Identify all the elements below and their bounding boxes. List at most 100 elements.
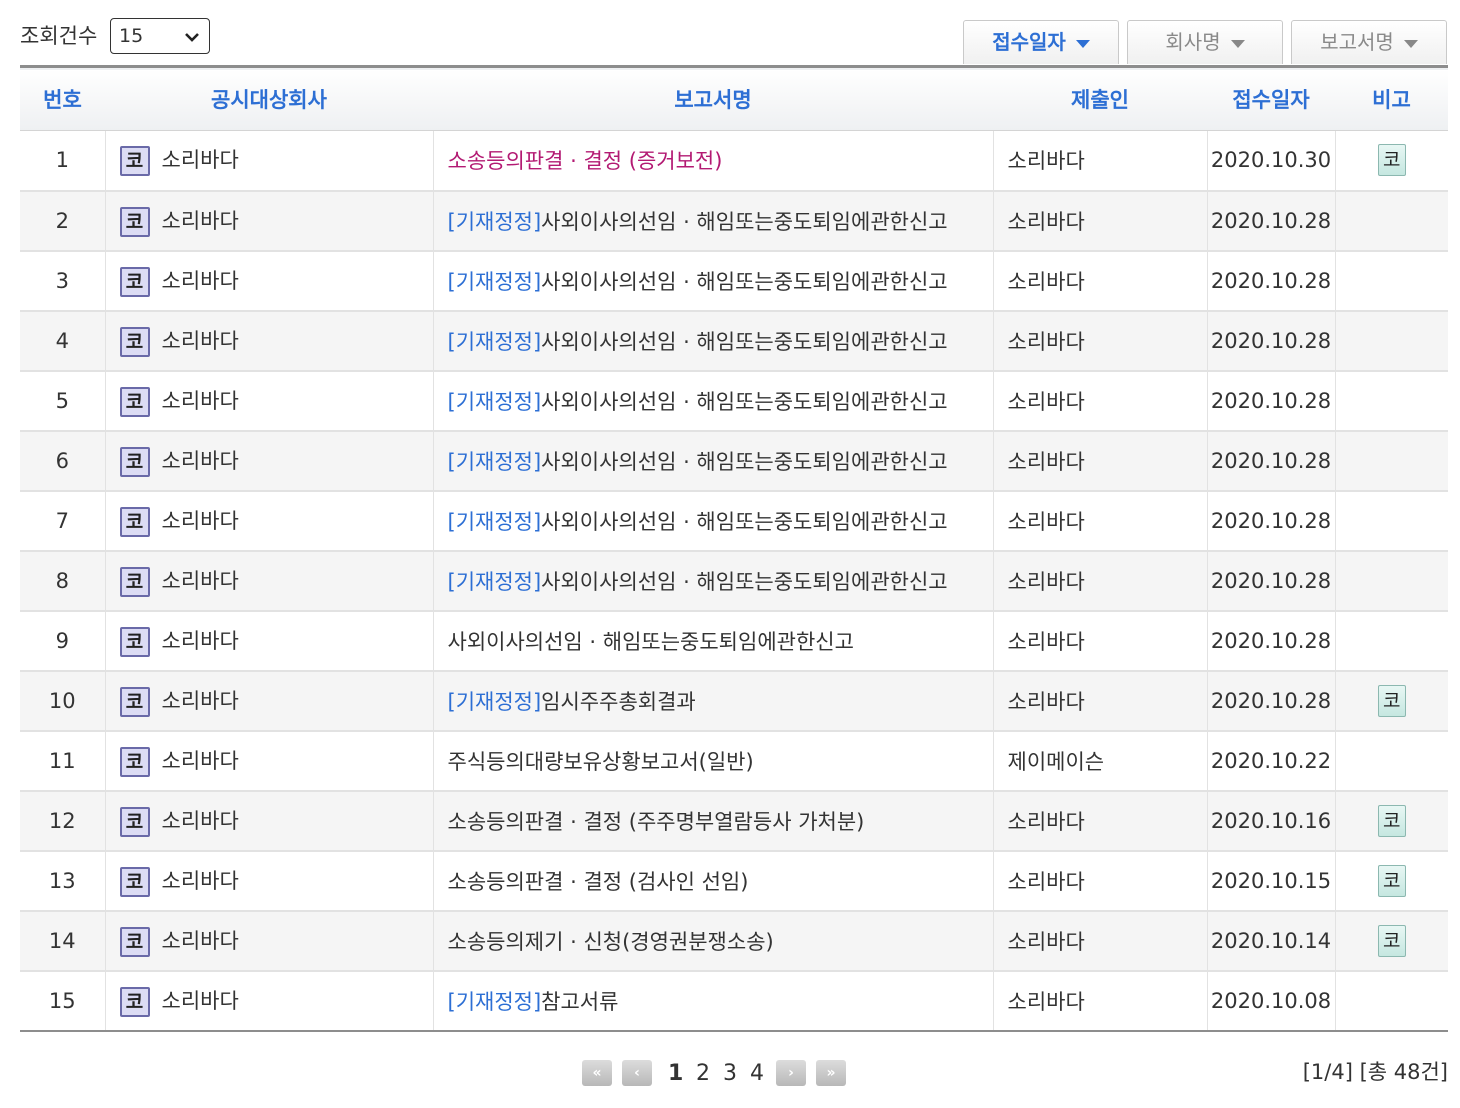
report-cell[interactable]: 소송등의판결 · 결정 (검사인 선임) bbox=[432, 850, 993, 911]
note-cell bbox=[1334, 430, 1448, 491]
note-cell bbox=[1334, 250, 1448, 311]
report-title-link[interactable]: 소송등의제기 · 신청(경영권분쟁소송) bbox=[448, 930, 774, 954]
report-title-link[interactable]: 사외이사의선임 · 해임또는중도퇴임에관한신고 bbox=[541, 450, 947, 474]
correction-tag: [기재정정] bbox=[447, 449, 542, 474]
company-cell[interactable]: 코 소리바다 bbox=[104, 250, 433, 311]
prev-page-button[interactable]: ‹ bbox=[622, 1060, 652, 1086]
report-title-link[interactable]: 소송등의판결 · 결정 (증거보전) bbox=[448, 149, 723, 173]
report-cell[interactable]: [기재정정]사외이사의선임 · 해임또는중도퇴임에관한신고 bbox=[432, 490, 993, 551]
company-name-link[interactable]: 소리바다 bbox=[162, 269, 239, 293]
company-cell[interactable]: 코 소리바다 bbox=[104, 550, 433, 611]
report-cell[interactable]: [기재정정]사외이사의선임 · 해임또는중도퇴임에관한신고 bbox=[432, 370, 993, 431]
company-name-link[interactable]: 소리바다 bbox=[162, 569, 239, 593]
report-cell[interactable]: [기재정정]사외이사의선임 · 해임또는중도퇴임에관한신고 bbox=[432, 190, 993, 251]
company-name-link[interactable]: 소리바다 bbox=[162, 989, 239, 1013]
report-cell[interactable]: [기재정정]사외이사의선임 · 해임또는중도퇴임에관한신고 bbox=[432, 250, 993, 311]
header-submitter[interactable]: 제출인 bbox=[993, 66, 1207, 131]
company-cell[interactable]: 코 소리바다 bbox=[104, 670, 433, 731]
header-date[interactable]: 접수일자 bbox=[1207, 66, 1335, 131]
kosdaq-note-icon[interactable]: 코 bbox=[1377, 804, 1406, 837]
company-name-link[interactable]: 소리바다 bbox=[162, 629, 239, 653]
header-company[interactable]: 공시대상회사 bbox=[105, 66, 433, 131]
note-cell bbox=[1334, 550, 1448, 611]
kosdaq-note-icon[interactable]: 코 bbox=[1377, 684, 1406, 717]
company-cell[interactable]: 코 소리바다 bbox=[104, 190, 433, 251]
first-page-button[interactable]: « bbox=[582, 1060, 612, 1086]
report-cell[interactable]: [기재정정]사외이사의선임 · 해임또는중도퇴임에관한신고 bbox=[432, 430, 993, 491]
next-page-button[interactable]: › bbox=[776, 1060, 806, 1086]
company-name-link[interactable]: 소리바다 bbox=[162, 749, 239, 773]
report-title-link[interactable]: 참고서류 bbox=[541, 990, 618, 1014]
header-report[interactable]: 보고서명 bbox=[433, 66, 993, 131]
sort-button-date[interactable]: 접수일자 bbox=[963, 20, 1119, 64]
company-cell[interactable]: 코 소리바다 bbox=[104, 850, 433, 911]
report-title-link[interactable]: 사외이사의선임 · 해임또는중도퇴임에관한신고 bbox=[448, 630, 854, 654]
kosdaq-note-icon[interactable]: 코 bbox=[1377, 864, 1406, 897]
report-cell[interactable]: [기재정정]사외이사의선임 · 해임또는중도퇴임에관한신고 bbox=[432, 310, 993, 371]
kosdaq-market-icon: 코 bbox=[119, 506, 150, 537]
company-name-link[interactable]: 소리바다 bbox=[162, 509, 239, 533]
report-title-link[interactable]: 사외이사의선임 · 해임또는중도퇴임에관한신고 bbox=[541, 390, 947, 414]
company-name-link[interactable]: 소리바다 bbox=[162, 148, 239, 172]
page-link-2[interactable]: 2 bbox=[696, 1060, 710, 1088]
submitter-cell: 소리바다 bbox=[992, 610, 1207, 671]
receipt-date: 2020.10.28 bbox=[1206, 430, 1335, 491]
company-cell[interactable]: 코 소리바다 bbox=[104, 910, 433, 971]
kosdaq-note-icon[interactable]: 코 bbox=[1377, 144, 1406, 177]
report-title-link[interactable]: 주식등의대량보유상황보고서(일반) bbox=[448, 750, 754, 774]
company-cell[interactable]: 코 소리바다 bbox=[104, 430, 433, 491]
company-name-link[interactable]: 소리바다 bbox=[162, 329, 239, 353]
row-number: 1 bbox=[55, 148, 69, 173]
company-name-link[interactable]: 소리바다 bbox=[162, 449, 239, 473]
company-cell[interactable]: 코 소리바다 bbox=[104, 130, 433, 191]
company-name-link[interactable]: 소리바다 bbox=[162, 929, 239, 953]
company-cell[interactable]: 코 소리바다 bbox=[104, 610, 433, 671]
company-name-link[interactable]: 소리바다 bbox=[162, 809, 239, 833]
report-title-link[interactable]: 사외이사의선임 · 해임또는중도퇴임에관한신고 bbox=[541, 270, 947, 294]
submitter-cell: 소리바다 bbox=[992, 670, 1207, 731]
last-page-button[interactable]: » bbox=[816, 1060, 846, 1086]
table-header-row: 번호 공시대상회사 보고서명 제출인 접수일자 비고 bbox=[20, 66, 1448, 131]
company-name-link[interactable]: 소리바다 bbox=[162, 869, 239, 893]
company-cell[interactable]: 코 소리바다 bbox=[104, 970, 433, 1031]
report-cell[interactable]: 소송등의판결 · 결정 (증거보전) bbox=[432, 130, 993, 191]
company-name-link[interactable]: 소리바다 bbox=[162, 689, 239, 713]
company-name-link[interactable]: 소리바다 bbox=[162, 389, 239, 413]
kosdaq-note-icon[interactable]: 코 bbox=[1377, 924, 1406, 957]
company-cell[interactable]: 코 소리바다 bbox=[104, 370, 433, 431]
report-cell[interactable]: [기재정정]임시주주총회결과 bbox=[432, 670, 993, 731]
sort-button-report[interactable]: 보고서명 bbox=[1291, 20, 1447, 64]
sort-button-company[interactable]: 회사명 bbox=[1127, 20, 1283, 64]
report-title-link[interactable]: 사외이사의선임 · 해임또는중도퇴임에관한신고 bbox=[541, 330, 947, 354]
report-title-link[interactable]: 사외이사의선임 · 해임또는중도퇴임에관한신고 bbox=[541, 210, 947, 234]
report-cell[interactable]: [기재정정]사외이사의선임 · 해임또는중도퇴임에관한신고 bbox=[432, 550, 993, 611]
company-cell[interactable]: 코 소리바다 bbox=[104, 790, 433, 851]
correction-tag: [기재정정] bbox=[447, 269, 542, 294]
report-cell[interactable]: 주식등의대량보유상황보고서(일반) bbox=[432, 730, 993, 791]
company-cell[interactable]: 코 소리바다 bbox=[104, 490, 433, 551]
report-cell[interactable]: 사외이사의선임 · 해임또는중도퇴임에관한신고 bbox=[432, 610, 993, 671]
header-number[interactable]: 번호 bbox=[20, 66, 105, 131]
submitter-cell: 소리바다 bbox=[992, 310, 1207, 371]
correction-tag: [기재정정] bbox=[447, 689, 542, 714]
report-title-link[interactable]: 소송등의판결 · 결정 (검사인 선임) bbox=[448, 870, 749, 894]
page-link-3[interactable]: 3 bbox=[723, 1060, 737, 1088]
company-cell[interactable]: 코 소리바다 bbox=[104, 730, 433, 791]
page-link-1[interactable]: 1 bbox=[668, 1060, 683, 1088]
row-number: 2 bbox=[55, 208, 69, 233]
table-row: 12 코 소리바다 소송등의판결 · 결정 (주주명부열람등사 가처분) 소리바다 202… bbox=[20, 790, 1448, 851]
report-title-link[interactable]: 소송등의판결 · 결정 (주주명부열람등사 가처분) bbox=[448, 810, 865, 834]
caret-down-icon bbox=[1403, 39, 1418, 48]
page-link-4[interactable]: 4 bbox=[750, 1060, 764, 1088]
report-cell[interactable]: [기재정정]참고서류 bbox=[432, 970, 993, 1031]
company-name-link[interactable]: 소리바다 bbox=[162, 209, 239, 233]
report-cell[interactable]: 소송등의판결 · 결정 (주주명부열람등사 가처분) bbox=[432, 790, 993, 851]
report-cell[interactable]: 소송등의제기 · 신청(경영권분쟁소송) bbox=[432, 910, 993, 971]
report-title-link[interactable]: 사외이사의선임 · 해임또는중도퇴임에관한신고 bbox=[541, 510, 947, 534]
report-title-link[interactable]: 사외이사의선임 · 해임또는중도퇴임에관한신고 bbox=[541, 570, 947, 594]
company-cell[interactable]: 코 소리바다 bbox=[104, 310, 433, 371]
report-title-link[interactable]: 임시주주총회결과 bbox=[541, 690, 696, 714]
kosdaq-market-icon: 코 bbox=[119, 266, 150, 297]
header-note[interactable]: 비고 bbox=[1335, 66, 1448, 131]
count-select[interactable]: 15 bbox=[110, 18, 210, 54]
